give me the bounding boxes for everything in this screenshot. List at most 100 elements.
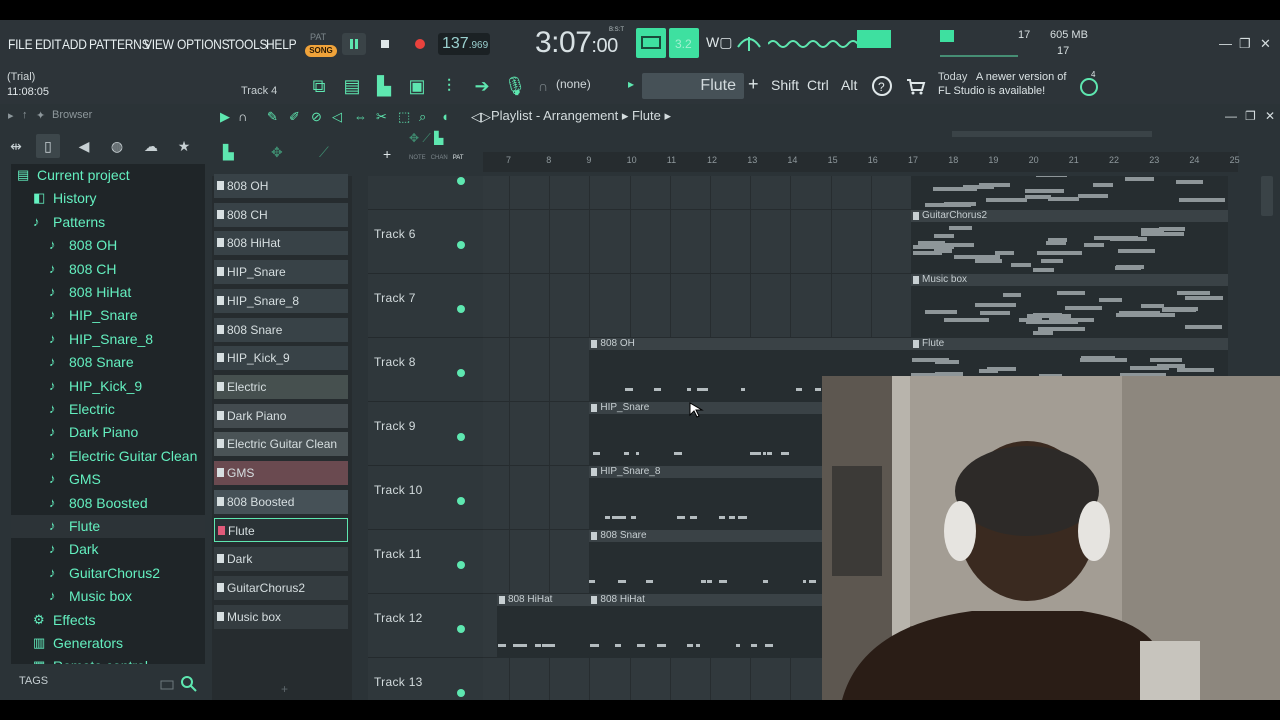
browser-item-808-snare[interactable]: ♪ 808 Snare: [11, 351, 205, 374]
picker-item[interactable]: HIP_Snare_8: [214, 288, 348, 313]
star-icon[interactable]: ★: [172, 134, 196, 158]
ctrl-key[interactable]: Ctrl: [807, 77, 829, 93]
menu-tools[interactable]: TOOLS: [228, 36, 268, 52]
tags-label[interactable]: TAGS: [19, 675, 48, 687]
close-icon[interactable]: ✕: [1260, 36, 1271, 52]
picker-add-icon[interactable]: +: [281, 682, 288, 696]
search-icon[interactable]: [180, 675, 198, 693]
news-globe-icon[interactable]: [1079, 75, 1101, 97]
maximize-icon[interactable]: ❐: [1239, 36, 1251, 52]
track-mute-led[interactable]: [457, 241, 465, 249]
track-header[interactable]: Track 12: [368, 594, 483, 658]
track-header[interactable]: [368, 146, 483, 210]
playlist-play-icon[interactable]: ▶: [220, 109, 230, 125]
play-marker-icon[interactable]: ▸: [628, 77, 634, 91]
menu-help[interactable]: HELP: [266, 36, 297, 52]
horizontal-scrollbar[interactable]: [952, 131, 1152, 137]
menu-options[interactable]: OPTIONS: [177, 36, 230, 52]
vertical-scrollbar[interactable]: [1261, 176, 1273, 216]
picker-automation-icon[interactable]: ⟋: [319, 144, 329, 161]
picker-item[interactable]: HIP_Kick_9: [214, 346, 348, 371]
playlist-arrows-icon[interactable]: ◁▷: [471, 109, 491, 125]
playlist-icon[interactable]: ⧉: [306, 73, 332, 99]
track-header[interactable]: Track 10: [368, 466, 483, 530]
channel-rack-icon[interactable]: ▤: [339, 73, 365, 99]
pattern-mode-button[interactable]: [636, 28, 666, 58]
picker-audio-icon[interactable]: ✥: [271, 144, 283, 161]
select-icon[interactable]: ⬚: [398, 109, 410, 125]
picker-item[interactable]: Music box: [214, 604, 348, 629]
menu-file[interactable]: FILE: [8, 36, 33, 52]
browser-item-effects[interactable]: ⚙ Effects: [11, 609, 205, 632]
stop-button[interactable]: [373, 33, 397, 55]
news-line-1[interactable]: Today A newer version of: [938, 71, 1066, 83]
picker-item[interactable]: GuitarChorus2: [214, 575, 348, 600]
minimize-icon[interactable]: —: [1219, 36, 1232, 51]
microphone-icon[interactable]: 🎙: [502, 73, 528, 99]
arrow-right-icon[interactable]: ➔: [469, 73, 495, 99]
browser-item-dark-piano[interactable]: ♪ Dark Piano: [11, 421, 205, 444]
zoom-icon[interactable]: ⌕: [419, 109, 426, 125]
playback-icon[interactable]: ◖: [441, 109, 449, 124]
browser-item-808-oh[interactable]: ♪ 808 OH: [11, 234, 205, 257]
browser-item-remote-control[interactable]: ▦ Remote control: [11, 655, 205, 664]
song-position-clock[interactable]: 3:07:00: [535, 26, 618, 60]
picker-item[interactable]: Flute: [214, 518, 348, 543]
paint-icon[interactable]: ✐: [289, 109, 300, 125]
browser-item-music-box[interactable]: ♪ Music box: [11, 585, 205, 608]
browser-item-electric-guitar-clean[interactable]: ♪ Electric Guitar Clean: [11, 445, 205, 468]
track-header[interactable]: Track 9: [368, 402, 483, 466]
browser-item-808-ch[interactable]: ♪ 808 CH: [11, 258, 205, 281]
pattern-clip[interactable]: Music box: [911, 274, 1228, 338]
alt-key[interactable]: Alt: [841, 77, 857, 93]
pattern-clip[interactable]: [911, 176, 1228, 210]
delete-icon[interactable]: ⊘: [311, 109, 322, 125]
headphones-icon[interactable]: ∩: [530, 73, 556, 99]
add-pattern-button[interactable]: +: [748, 74, 759, 95]
picker-item[interactable]: HIP_Snare: [214, 260, 348, 285]
browser-pin-icon[interactable]: ✦: [36, 109, 45, 122]
cart-icon[interactable]: [904, 75, 926, 97]
folder-icon[interactable]: [160, 678, 174, 690]
track-header[interactable]: Track 7: [368, 274, 483, 338]
shift-key[interactable]: Shift: [771, 77, 799, 93]
pattern-selector[interactable]: Flute: [642, 73, 744, 99]
mixer-icon[interactable]: ▣: [404, 73, 430, 99]
track-mute-led[interactable]: [457, 689, 465, 697]
countdown-icon[interactable]: [736, 33, 762, 55]
track-mute-led[interactable]: [457, 369, 465, 377]
browser-item-808-boosted[interactable]: ♪ 808 Boosted: [11, 492, 205, 515]
browser-item-guitarchorus2[interactable]: ♪ GuitarChorus2: [11, 562, 205, 585]
browser-item-current-project[interactable]: ▤ Current project: [11, 164, 205, 187]
picker-item[interactable]: Dark: [214, 547, 348, 572]
speaker-icon[interactable]: ◀: [72, 134, 96, 158]
track-mute-led[interactable]: [457, 433, 465, 441]
pattern-clip[interactable]: GuitarChorus2: [911, 210, 1228, 274]
pat-song-toggle[interactable]: PAT SONG: [305, 29, 337, 59]
picker-item[interactable]: 808 Boosted: [214, 489, 348, 514]
pause-button[interactable]: [342, 33, 366, 55]
browser-item-gms[interactable]: ♪ GMS: [11, 468, 205, 491]
browser-item-patterns[interactable]: ♪ Patterns: [11, 211, 205, 234]
track-mute-led[interactable]: [457, 561, 465, 569]
tempo-display[interactable]: 137.969: [438, 33, 490, 55]
menu-view[interactable]: VIEW: [144, 36, 174, 52]
slice-icon[interactable]: ✂: [376, 109, 387, 125]
news-line-2[interactable]: FL Studio is available!: [938, 85, 1045, 97]
track-mute-led[interactable]: [457, 497, 465, 505]
browser-menu-icon[interactable]: ▸: [8, 109, 14, 122]
picker-item[interactable]: 808 CH: [214, 202, 348, 227]
timeline-ruler[interactable]: 7 8 9 10 11 12 13 14 15 16 17 18 19 20 21 22 23 24 25: [483, 152, 1240, 172]
playlist-minimize-icon[interactable]: —: [1225, 109, 1237, 123]
browser-up-icon[interactable]: ↑: [22, 109, 28, 121]
picker-item[interactable]: 808 HiHat: [214, 231, 348, 256]
browser-item-808-hihat[interactable]: ♪ 808 HiHat: [11, 281, 205, 304]
picker-item[interactable]: Dark Piano: [214, 403, 348, 428]
slip-icon[interactable]: ⇔: [354, 109, 367, 124]
playlist-close-icon[interactable]: ✕: [1265, 109, 1275, 123]
browser-item-hip-snare-8[interactable]: ♪ HIP_Snare_8: [11, 328, 205, 351]
all-files-icon[interactable]: ▯: [36, 134, 60, 158]
master-volume-meter[interactable]: [857, 30, 891, 48]
browser-item-history[interactable]: ◧ History: [11, 187, 205, 210]
browser-item-dark[interactable]: ♪ Dark: [11, 538, 205, 561]
